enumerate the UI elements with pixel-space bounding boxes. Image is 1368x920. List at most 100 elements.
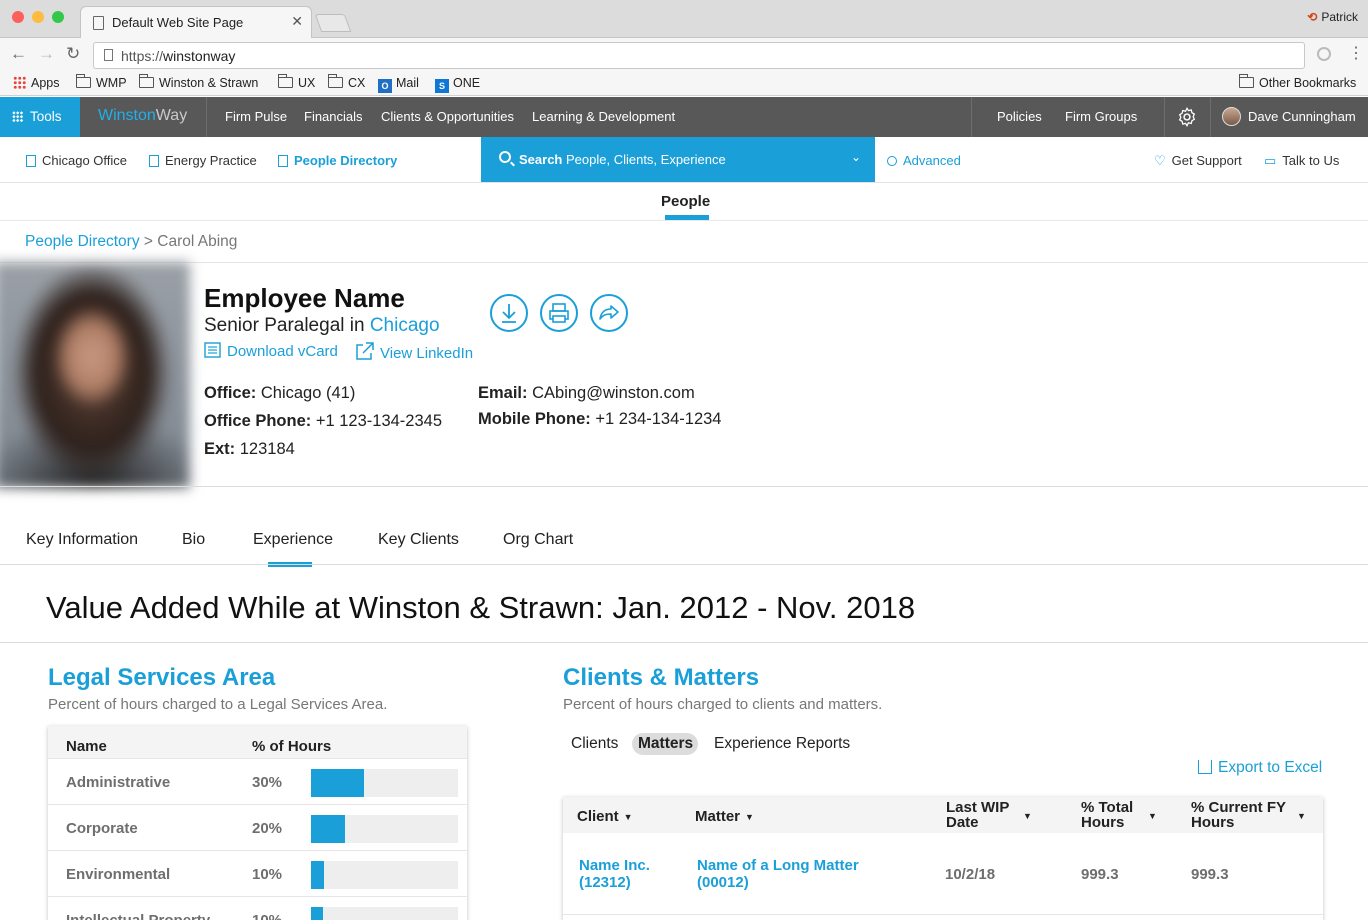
bookmark-wmp[interactable]: WMP [76,74,127,90]
forward-arrow-icon[interactable]: → [38,44,55,64]
column-header-hours[interactable]: % of Hours [252,738,331,755]
employee-name: Employee Name [204,283,405,313]
bookmark-mail[interactable]: O Mail [378,76,419,93]
nav-firm-groups[interactable]: Firm Groups [1065,109,1137,124]
apps-grid-icon [13,76,26,89]
column-header-matter[interactable]: Matter ▼ [695,809,754,825]
tab-matters[interactable]: Matters [638,735,693,753]
client-name: Name Inc. [579,857,650,874]
print-button[interactable] [540,294,578,332]
advanced-label: Advanced [903,153,961,168]
gear-icon[interactable] [1176,106,1198,128]
brand-part-winston: Winston [98,107,156,124]
search-input[interactable]: Search People, Clients, Experience ⌄ [481,137,875,182]
hours-percent: 30% [252,774,283,791]
divider [0,642,1368,643]
avatar[interactable] [1222,107,1241,126]
legal-services-subtitle: Percent of hours charged to a Legal Serv… [48,696,388,713]
value-added-heading: Value Added While at Winston & Strawn: J… [46,590,916,625]
bookmark-ux[interactable]: UX [278,74,315,90]
address-bar[interactable]: https://winstonway [93,42,1305,69]
brand-logo[interactable]: WinstonWay [98,107,187,125]
sort-arrow-icon[interactable]: ▼ [1148,811,1157,821]
tab-bio[interactable]: Bio [182,531,205,549]
hours-bar-track [311,861,458,889]
bookmark-label: ONE [453,76,481,90]
download-button[interactable] [490,294,528,332]
column-header-total-hours[interactable]: % Total Hours [1081,800,1133,830]
tab-experience-reports[interactable]: Experience Reports [714,735,850,753]
page-info-icon[interactable] [104,49,113,61]
tab-clients[interactable]: Clients [571,735,618,753]
subnav-energy-practice[interactable]: Energy Practice [149,153,257,168]
back-arrow-icon[interactable]: ← [10,44,27,64]
export-to-excel-link[interactable]: Export to Excel [1198,759,1322,777]
client-link[interactable]: Name Inc. (12312) [579,857,650,891]
url-scheme: https:// [121,48,164,64]
column-header-client[interactable]: Client ▼ [577,809,633,825]
nav-policies[interactable]: Policies [997,109,1042,124]
hours-percent: 10% [252,912,282,920]
tab-key-clients[interactable]: Key Clients [378,531,459,549]
bookmark-one[interactable]: S ONE [435,76,480,93]
reload-icon[interactable]: ↻ [66,44,80,64]
user-name[interactable]: Dave Cunningham [1248,109,1356,124]
get-support-label: Get Support [1171,153,1242,168]
close-tab-icon[interactable]: ✕ [291,13,303,30]
external-link-icon [356,342,374,360]
advanced-search-link[interactable]: Advanced [887,153,961,168]
column-header-name[interactable]: Name [66,738,107,755]
tools-button[interactable]: Tools [0,97,80,137]
nav-firm-pulse[interactable]: Firm Pulse [225,109,287,124]
tab-experience[interactable]: Experience [253,531,333,549]
column-header-current-fy-hours[interactable]: % Current FY Hours [1191,800,1286,830]
sort-arrow-icon[interactable]: ▼ [1023,811,1032,821]
close-window-button[interactable] [12,11,24,23]
table-row: Name Inc. (12312) Name of a Long Matter (0… [563,833,1323,915]
nav-learning-development[interactable]: Learning & Development [532,109,675,124]
job-title: Senior Paralegal in [204,315,370,336]
new-tab-button[interactable] [314,14,352,32]
office-phone-value[interactable]: +1 123-134-2345 [311,412,442,430]
divider [0,262,1368,263]
profile-button[interactable]: ⟲ Patrick [1307,10,1358,24]
breadcrumb: People Directory > Carol Abing [25,233,237,251]
tab-org-chart[interactable]: Org Chart [503,531,573,549]
grid-icon [12,111,23,122]
other-bookmarks[interactable]: Other Bookmarks [1239,74,1356,90]
chevron-down-icon[interactable]: ⌄ [851,150,861,164]
extension-icon[interactable] [1317,47,1331,61]
breadcrumb-people-directory[interactable]: People Directory [25,233,140,250]
menu-dots-icon[interactable]: ⋮ [1348,43,1364,63]
subnav-people-directory[interactable]: People Directory [278,153,397,168]
sort-arrow-icon[interactable]: ▼ [1297,811,1306,821]
city-link[interactable]: Chicago [370,315,440,336]
mobile-phone-value[interactable]: +1 234-134-1234 [591,410,721,428]
minimize-window-button[interactable] [32,11,44,23]
browser-tab[interactable]: Default Web Site Page ✕ [80,6,312,39]
office-label: Office: [204,384,257,402]
matter-link[interactable]: Name of a Long Matter (00012) [697,857,859,891]
nav-financials[interactable]: Financials [304,109,363,124]
nav-clients-opportunities[interactable]: Clients & Opportunities [381,109,514,124]
divider [971,97,972,137]
tab-key-information[interactable]: Key Information [26,531,138,549]
column-header-last-wip-date[interactable]: Last WIP Date [946,800,1009,830]
tab-people[interactable]: People [661,193,710,210]
bookmark-winston-strawn[interactable]: Winston & Strawn [139,74,258,90]
email-value[interactable]: CAbing@winston.com [528,384,695,402]
subnav-chicago-office[interactable]: Chicago Office [26,153,127,168]
bookmark-cx[interactable]: CX [328,74,365,90]
get-support-link[interactable]: ♡ Get Support [1154,153,1242,169]
view-linkedin-link[interactable]: View LinkedIn [355,342,473,362]
zoom-window-button[interactable] [52,11,64,23]
download-vcard-link[interactable]: Download vCard [204,342,338,360]
talk-to-us-link[interactable]: ▭ Talk to Us [1264,153,1339,169]
share-button[interactable] [590,294,628,332]
bookmark-label: WMP [96,76,127,90]
column-label: Hours [1081,814,1125,831]
column-label: Hours [1191,814,1235,831]
bookmark-apps[interactable]: Apps [13,76,60,90]
outlook-icon: O [378,79,392,93]
mobile-phone-field: Mobile Phone: +1 234-134-1234 [478,410,722,429]
